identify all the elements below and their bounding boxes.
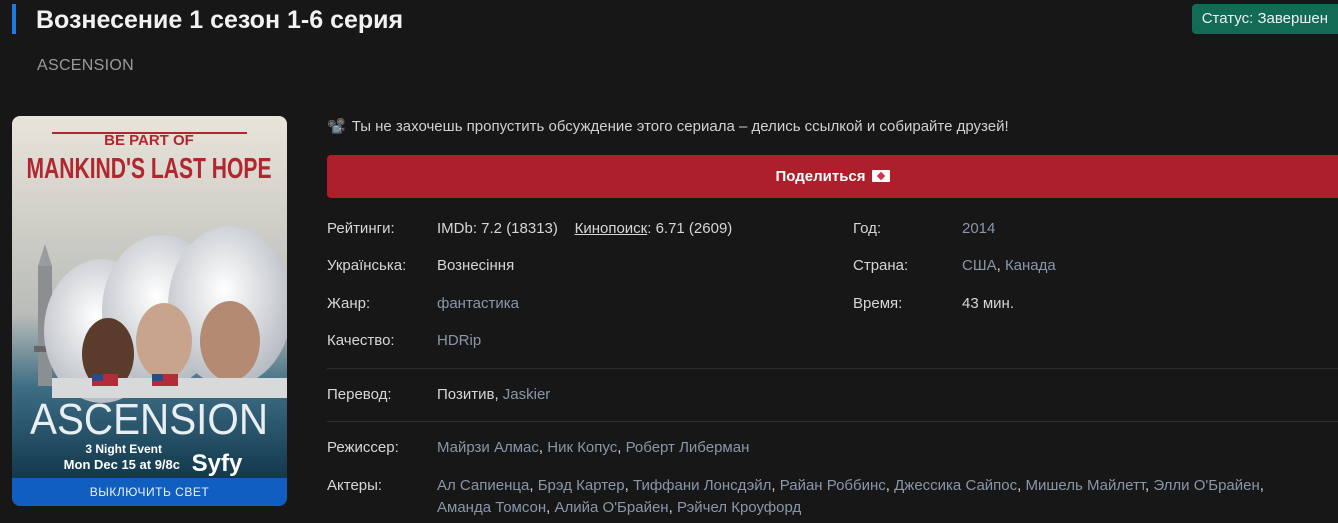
genre-label: Жанр:	[327, 295, 371, 312]
camera-icon: 📽️	[327, 118, 346, 135]
year-label: Год:	[853, 220, 882, 237]
actors-list-line1: Ал Сапиенца, Брэд Картер, Тиффани Лонсдэ…	[437, 477, 1264, 494]
country-value: США, Канада	[962, 257, 1056, 274]
ratings-label: Рейтинги:	[327, 220, 395, 237]
share-note: 📽️ Ты не захочешь пропустить обсуждение э…	[327, 117, 1009, 135]
actors-label: Актеры:	[327, 477, 383, 494]
poster-tagline-top: BE PART OF	[104, 132, 194, 149]
poster[interactable]: BE PART OF MANKIND'S LAST HOPE ASCENSION…	[12, 116, 287, 506]
poster-image: BE PART OF MANKIND'S LAST HOPE ASCENSION…	[12, 116, 287, 478]
translation-link-jaskier[interactable]: Jaskier	[503, 386, 551, 403]
director-link[interactable]: Майрзи Алмас	[437, 439, 539, 456]
poster-tagline-main: MANKIND'S LAST HOPE	[27, 153, 272, 185]
quality-link[interactable]: HDRip	[437, 332, 481, 349]
director-link[interactable]: Роберт Либерман	[626, 439, 750, 456]
kinopoisk-link[interactable]: Кинопоиск	[575, 220, 648, 237]
genre-link[interactable]: фантастика	[437, 295, 519, 312]
ratings-value: IMDb: 7.2 (18313) Кинопоиск: 6.71 (2609)	[437, 220, 732, 237]
status-badge: Статус: Завершен	[1191, 4, 1338, 34]
page-title: Вознесение 1 сезон 1-6 серия	[36, 6, 404, 34]
year-link[interactable]: 2014	[962, 220, 995, 237]
share-button-label: Поделиться	[775, 168, 866, 185]
translation-value: Позитив, Jaskier	[437, 386, 551, 403]
poster-event-line1: 3 Night Event	[85, 442, 162, 456]
actor-link[interactable]: Тиффани Лонсдэйл	[633, 477, 771, 494]
actor-link[interactable]: Рэйчел Кроуфорд	[677, 499, 801, 516]
actor-link[interactable]: Брэд Картер	[538, 477, 625, 494]
poster-event-line2: Mon Dec 15 at 9/8c	[64, 457, 180, 472]
actor-link[interactable]: Джессика Сайпос	[894, 477, 1017, 494]
director-list: Майрзи Алмас, Ник Копус, Роберт Либерман	[437, 439, 750, 456]
director-label: Режиссер:	[327, 439, 399, 456]
actor-link[interactable]: Райан Роббинс	[780, 477, 886, 494]
actor-link[interactable]: Аманда Томсон	[437, 499, 546, 516]
actor-link[interactable]: Элли О'Брайен	[1153, 477, 1259, 494]
share-button[interactable]: Поделиться	[327, 155, 1338, 198]
country-label: Страна:	[853, 257, 909, 274]
ukrainian-label: Українська:	[327, 257, 407, 274]
poster-show-name: ASCENSION	[30, 395, 268, 444]
director-link[interactable]: Ник Копус	[547, 439, 617, 456]
actor-link[interactable]: Мишель Майлетт	[1025, 477, 1145, 494]
poster-network-logo: Syfy	[192, 450, 243, 477]
love-letter-icon	[871, 170, 890, 182]
translation-positiv: Позитив	[437, 386, 495, 403]
ukrainian-value: Вознесіння	[437, 257, 515, 274]
translation-label: Перевод:	[327, 386, 392, 403]
actor-link[interactable]: Ал Сапиенца	[437, 477, 529, 494]
divider	[327, 368, 1338, 369]
quality-label: Качество:	[327, 332, 395, 349]
lights-off-button[interactable]: ВЫКЛЮЧИТЬ СВЕТ	[12, 478, 287, 506]
time-value: 43 мин.	[962, 295, 1014, 312]
country-link-usa[interactable]: США	[962, 257, 997, 274]
imdb-rating: IMDb: 7.2 (18313)	[437, 220, 558, 237]
kinopoisk-rating: : 6.71 (2609)	[647, 220, 733, 237]
actor-link[interactable]: Алийа О'Брайен	[555, 499, 669, 516]
time-label: Время:	[853, 295, 903, 312]
actors-list-line2: Аманда Томсон, Алийа О'Брайен, Рэйчел Кр…	[437, 499, 802, 516]
title-accent-bar	[12, 4, 16, 34]
share-note-text: Ты не захочешь пропустить обсуждение это…	[351, 118, 1009, 135]
original-title: ASCENSION	[37, 57, 134, 74]
country-link-canada[interactable]: Канада	[1005, 257, 1056, 274]
divider	[327, 421, 1338, 422]
